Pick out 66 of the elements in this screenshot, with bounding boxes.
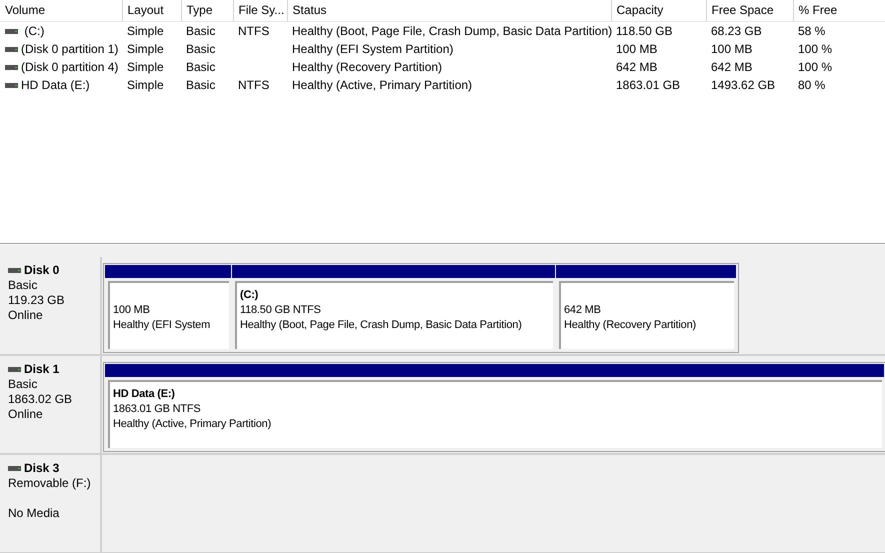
table-cell: Simple: [127, 24, 164, 38]
table-cell: 100 MB: [711, 42, 752, 56]
partition-info: 100 MB: [113, 304, 150, 316]
table-cell: 1863.01 GB: [616, 78, 680, 92]
disk-info: Basic: [8, 377, 38, 391]
table-cell: Simple: [127, 78, 164, 92]
column-header[interactable]: Free Space: [712, 3, 774, 18]
partition-info: 642 MB: [564, 304, 601, 316]
table-cell: Simple: [127, 60, 164, 74]
partition-title: HD Data (E:): [113, 388, 175, 400]
table-cell: 100 %: [798, 42, 832, 56]
table-cell: NTFS: [238, 78, 270, 92]
table-cell: Healthy (EFI System Partition): [292, 42, 454, 56]
disk-status: Online: [8, 407, 43, 421]
table-cell: HD Data (E:): [21, 78, 90, 92]
table-cell: 100 %: [798, 60, 832, 74]
table-cell: 80 %: [798, 78, 826, 92]
partition-info: Healthy (Boot, Page File, Crash Dump, Basic Data Partition): [240, 319, 522, 331]
column-header[interactable]: Type: [186, 3, 213, 18]
table-cell: Healthy (Recovery Partition): [292, 60, 442, 74]
column-header[interactable]: Capacity: [616, 3, 664, 18]
disk-info: 1863.02 GB: [8, 392, 72, 406]
disk-info: 119.23 GB: [8, 293, 64, 307]
disk-info: Removable (F:): [8, 476, 91, 490]
table-cell: Basic: [186, 42, 216, 56]
disk-name: Disk 1: [24, 362, 60, 376]
table-cell: Healthy (Active, Primary Partition): [292, 78, 472, 92]
drive-icon: [5, 64, 18, 70]
disk-status: No Media: [8, 506, 60, 520]
partition-info: Healthy (Active, Primary Partition): [113, 418, 272, 430]
table-cell: Basic: [186, 60, 216, 74]
column-header[interactable]: Layout: [128, 3, 164, 18]
drive-icon: [8, 466, 21, 472]
partition-title: (C:): [240, 289, 258, 301]
partition-info: Healthy (EFI System: [113, 319, 210, 331]
table-cell: Healthy (Boot, Page File, Crash Dump, Basic Data Partition): [292, 24, 612, 38]
disk-name: Disk 0: [24, 263, 60, 277]
drive-icon: [8, 268, 21, 274]
table-cell: Basic: [186, 24, 216, 38]
partition-info: Healthy (Recovery Partition): [564, 319, 696, 331]
table-cell: 642 MB: [616, 60, 658, 74]
drive-icon: [5, 82, 18, 88]
partition-info: 118.50 GB NTFS: [240, 304, 321, 316]
drive-icon: [8, 367, 21, 372]
column-header[interactable]: Volume: [5, 3, 46, 18]
table-cell: Simple: [127, 42, 164, 56]
table-cell: 58 %: [798, 24, 826, 38]
table-cell: 1493.62 GB: [711, 78, 776, 92]
partition-info: 1863.01 GB NTFS: [113, 403, 200, 415]
table-cell: Basic: [186, 78, 216, 92]
column-header[interactable]: % Free: [798, 3, 838, 18]
table-cell: 118.50 GB: [616, 24, 672, 38]
table-cell: 100 MB: [616, 42, 658, 56]
column-header[interactable]: File Sy...: [238, 3, 284, 18]
table-cell: NTFS: [238, 24, 270, 38]
table-cell: 642 MB: [711, 60, 752, 74]
table-cell: (Disk 0 partition 4): [21, 60, 118, 74]
disk-status: Online: [8, 308, 43, 322]
column-header[interactable]: Status: [292, 3, 327, 18]
table-cell: 68.23 GB: [711, 24, 762, 38]
drive-icon: [5, 28, 18, 34]
disk-name: Disk 3: [24, 461, 60, 475]
disk-info: Basic: [8, 278, 38, 292]
table-cell-text: (C:): [23, 24, 44, 38]
drive-icon: [5, 46, 18, 52]
table-cell: (Disk 0 partition 1): [21, 42, 118, 56]
